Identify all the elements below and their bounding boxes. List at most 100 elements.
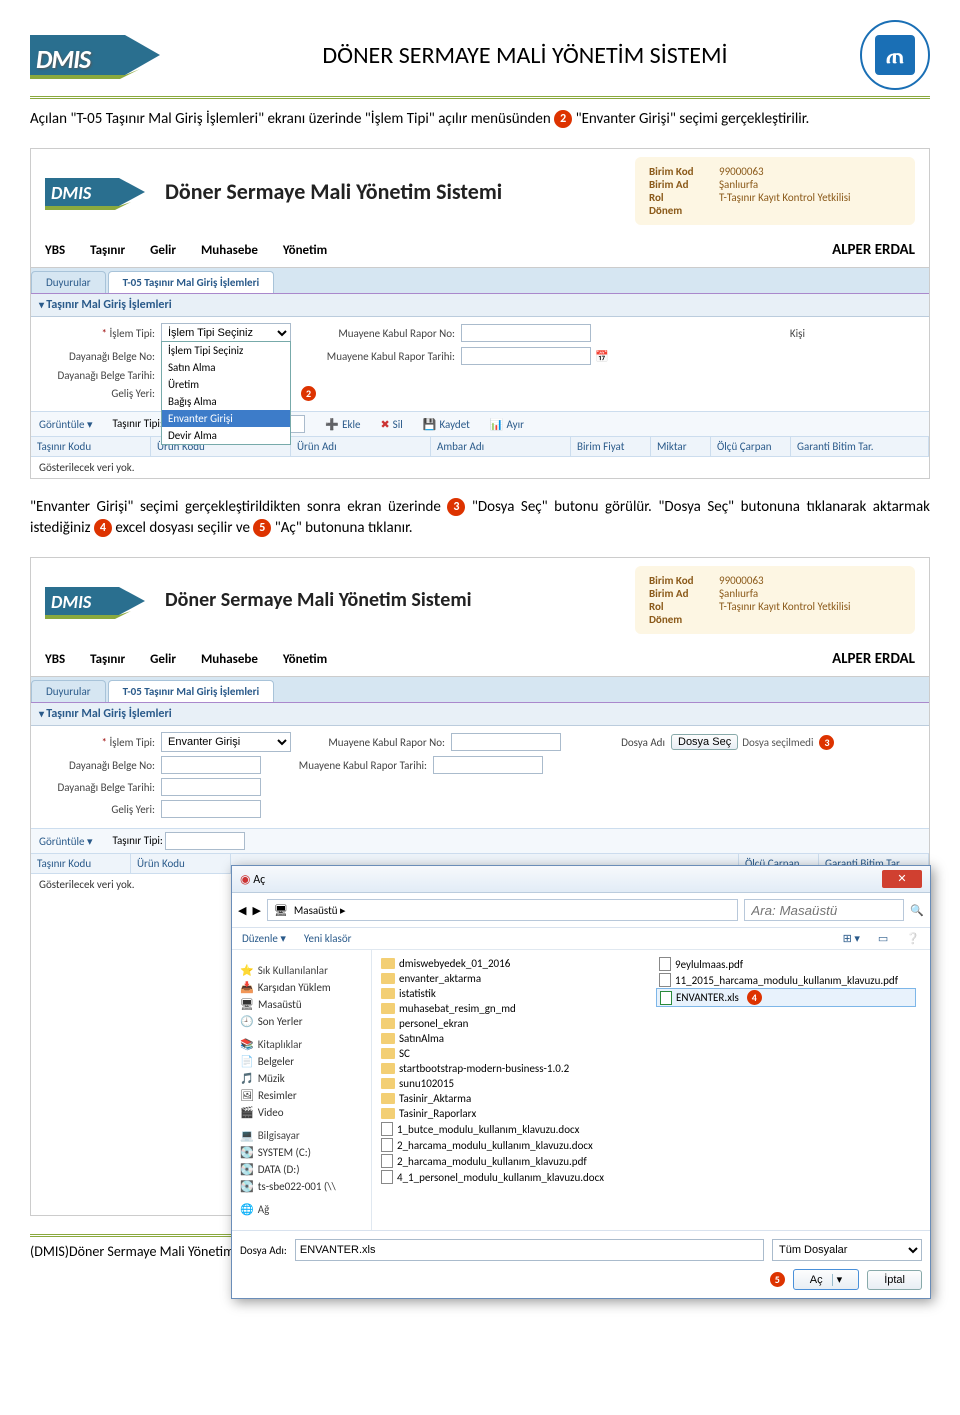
- menu-gelir[interactable]: Gelir: [150, 243, 176, 258]
- list-item[interactable]: personel_ekran: [378, 1016, 638, 1031]
- sidebar-item[interactable]: 🕘 Son Yerler: [236, 1013, 367, 1030]
- dd-option[interactable]: Satın Alma: [162, 359, 290, 376]
- tab-t05[interactable]: T-05 Taşınır Mal Giriş İşlemleri: [108, 680, 275, 702]
- view-icon[interactable]: ⊞ ▾: [843, 932, 860, 945]
- user-name: ALPER ERDAL: [832, 650, 915, 668]
- input-filename[interactable]: [295, 1239, 764, 1261]
- label-belge-no: Dayanağı Belge No:: [41, 350, 161, 363]
- input-muayene-tarih[interactable]: [433, 756, 543, 774]
- callout-5: 5: [770, 1272, 785, 1287]
- search-icon[interactable]: 🔍: [910, 904, 924, 917]
- list-item-envanter[interactable]: ENVANTER.xls 4: [656, 988, 916, 1007]
- callout-2: 2: [301, 386, 316, 401]
- sidebar-item[interactable]: 🖥 Masaüstü: [236, 996, 367, 1013]
- input-muayene-no[interactable]: [461, 324, 591, 342]
- menu-tasinir[interactable]: Taşınır: [90, 652, 125, 667]
- label-gelis-yeri: Geliş Yeri:: [41, 387, 161, 400]
- tab-t05[interactable]: T-05 Taşınır Mal Giriş İşlemleri: [108, 271, 275, 293]
- sidebar-item[interactable]: 📄 Belgeler: [236, 1053, 367, 1070]
- tab-duyurular[interactable]: Duyurular: [31, 680, 106, 702]
- file-list: dmiswebyedek_01_2016 envanter_aktarma is…: [372, 950, 930, 1230]
- dropdown-islem-tipi[interactable]: İşlem Tipi Seçiniz Satın Alma Üretim Bağ…: [161, 341, 291, 445]
- instruction-paragraph-1: Açılan "T-05 Taşınır Mal Giriş İşlemleri…: [30, 109, 930, 130]
- dd-option[interactable]: İşlem Tipi Seçiniz: [162, 342, 290, 359]
- dd-option[interactable]: Üretim: [162, 376, 290, 393]
- list-item[interactable]: startbootstrap-modern-business-1.0.2: [378, 1061, 638, 1076]
- menu-muhasebe[interactable]: Muhasebe: [201, 243, 258, 258]
- back-icon[interactable]: ◀: [238, 904, 246, 917]
- btn-iptal[interactable]: İptal: [867, 1270, 922, 1290]
- input-muayene-tarih[interactable]: [461, 347, 591, 365]
- sidebar-item[interactable]: 🎵 Müzik: [236, 1070, 367, 1087]
- menu-ybs[interactable]: YBS: [45, 652, 65, 667]
- menu-ybs[interactable]: YBS: [45, 243, 65, 258]
- select-islem-tipi[interactable]: Envanter Girişi: [161, 732, 291, 752]
- list-item[interactable]: Tasinir_Aktarma: [378, 1091, 638, 1106]
- sidebar-item[interactable]: 💽 ts-sbe022-001 (\\: [236, 1178, 367, 1195]
- input-muayene-no[interactable]: [451, 733, 561, 751]
- close-icon[interactable]: ✕: [882, 870, 922, 888]
- list-item[interactable]: 4_1_personel_modulu_kullanım_klavuzu.doc…: [378, 1169, 638, 1185]
- select-islem-tipi[interactable]: İşlem Tipi Seçiniz: [161, 323, 291, 343]
- search-input[interactable]: [744, 899, 904, 921]
- sidebar-item[interactable]: 📥 Karşıdan Yüklem: [236, 979, 367, 996]
- btn-sil[interactable]: ✖Sil: [380, 418, 402, 431]
- list-item[interactable]: 1_butce_modulu_kullanım_klavuzu.docx: [378, 1121, 638, 1137]
- dd-option[interactable]: Devir Alma: [162, 427, 290, 444]
- btn-yeni-klasor[interactable]: Yeni klasör: [304, 932, 352, 945]
- input-tasinir-tipi[interactable]: [165, 832, 245, 850]
- callout-3: 3: [819, 735, 834, 750]
- label-muayene-no: Muayene Kabul Rapor No:: [291, 327, 461, 340]
- help-icon[interactable]: ❔: [906, 932, 920, 945]
- dd-option-envanter[interactable]: Envanter Girişi: [162, 410, 290, 427]
- input-belge-no[interactable]: [161, 756, 261, 774]
- btn-ekle[interactable]: ➕Ekle: [325, 418, 360, 431]
- path-bar[interactable]: 🖥 Masaüstü ▸: [267, 899, 738, 921]
- logo-text: DMIS: [36, 43, 90, 75]
- dialog-title: Aç: [253, 873, 265, 887]
- menu-tasinir[interactable]: Taşınır: [90, 243, 125, 258]
- list-item[interactable]: Tasinir_Raporlarx: [378, 1106, 638, 1121]
- sidebar-item[interactable]: 💽 DATA (D:): [236, 1161, 367, 1178]
- list-item[interactable]: muhasebat_resim_gn_md: [378, 1001, 638, 1016]
- list-item[interactable]: SatınAlma: [378, 1031, 638, 1046]
- app-title: Döner Sermaye Mali Yönetim Sistemi: [165, 588, 472, 612]
- list-item[interactable]: sunu102015: [378, 1076, 638, 1091]
- list-item[interactable]: dmiswebyedek_01_2016: [378, 956, 638, 971]
- menu-muhasebe[interactable]: Muhasebe: [201, 652, 258, 667]
- file-open-dialog: ◉ Aç ✕ ◀ ▶ 🖥 Masaüstü ▸ 🔍 Düzenle ▾ Yeni…: [231, 865, 931, 1299]
- forward-icon[interactable]: ▶: [252, 904, 260, 917]
- sidebar-item[interactable]: 💽 SYSTEM (C:): [236, 1144, 367, 1161]
- btn-ac[interactable]: Aç ▾: [793, 1269, 859, 1290]
- menu-yonetim[interactable]: Yönetim: [283, 243, 327, 258]
- step-badge-2: 2: [554, 110, 572, 128]
- input-belge-tarihi[interactable]: [161, 778, 261, 796]
- sidebar-item[interactable]: 🎬 Video: [236, 1104, 367, 1121]
- calendar-icon[interactable]: 📅: [595, 350, 609, 363]
- menu-gelir[interactable]: Gelir: [150, 652, 176, 667]
- dmis-logo: DMIS: [30, 25, 170, 85]
- list-item[interactable]: 9eylulmaas.pdf: [656, 956, 916, 972]
- panel-header[interactable]: Taşınır Mal Giriş İşlemleri: [31, 294, 929, 317]
- tab-duyurular[interactable]: Duyurular: [31, 271, 106, 293]
- menu-yonetim[interactable]: Yönetim: [283, 652, 327, 667]
- sidebar-item[interactable]: 🖼 Resimler: [236, 1087, 367, 1104]
- btn-duzenle[interactable]: Düzenle ▾: [242, 932, 286, 945]
- list-item[interactable]: istatistik: [378, 986, 638, 1001]
- select-filter[interactable]: Tüm Dosyalar: [772, 1239, 922, 1261]
- step-badge-5: 5: [253, 519, 271, 537]
- list-item[interactable]: 2_harcama_modulu_kullanım_klavuzu.pdf: [378, 1153, 638, 1169]
- list-item[interactable]: envanter_aktarma: [378, 971, 638, 986]
- btn-goruntule[interactable]: Görüntüle ▾: [39, 835, 93, 848]
- dd-option[interactable]: Bağış Alma: [162, 393, 290, 410]
- list-item[interactable]: 11_2015_harcama_modulu_kullanım_klavuzu.…: [656, 972, 916, 988]
- btn-goruntule[interactable]: Görüntüle ▾: [39, 418, 93, 431]
- btn-kaydet[interactable]: 💾Kaydet: [423, 418, 470, 431]
- btn-dosya-sec[interactable]: Dosya Seç: [671, 734, 738, 750]
- input-gelis-yeri[interactable]: [161, 800, 261, 818]
- btn-ayir[interactable]: 📊Ayır: [490, 418, 524, 431]
- list-item[interactable]: 2_harcama_modulu_kullanım_klavuzu.docx: [378, 1137, 638, 1153]
- panel-header[interactable]: Taşınır Mal Giriş İşlemleri: [31, 703, 929, 726]
- list-item[interactable]: SC: [378, 1046, 638, 1061]
- preview-icon[interactable]: ▭: [878, 932, 888, 945]
